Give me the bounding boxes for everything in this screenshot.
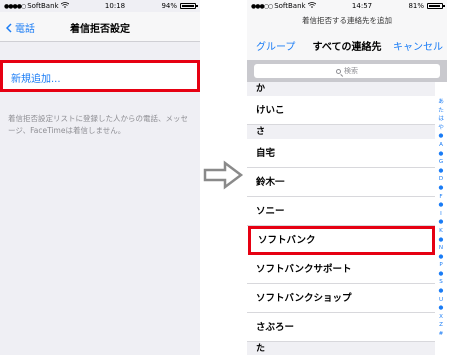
index-letter[interactable]: X bbox=[436, 313, 446, 322]
status-bar: ●●●●○ SoftBank 10:18 94% bbox=[0, 0, 200, 12]
wifi-icon bbox=[60, 2, 69, 10]
status-time: 14:57 bbox=[351, 2, 373, 10]
index-letter[interactable]: は bbox=[436, 115, 446, 124]
index-letter[interactable]: あ bbox=[436, 98, 446, 107]
right-phone-screen: ●●●○○ SoftBank 14:57 81% 着信拒否する連絡先を追加 グル… bbox=[247, 0, 447, 355]
battery-icon bbox=[180, 3, 198, 9]
left-phone-screen: ●●●●○ SoftBank 10:18 94% 電話 着信拒否設定 新規追加.… bbox=[0, 0, 200, 355]
index-letter[interactable]: や bbox=[436, 124, 446, 133]
contact-item[interactable]: さぶろー bbox=[247, 313, 435, 342]
page-title: 着信拒否設定 bbox=[70, 24, 130, 35]
signal-icon: ●●●●○ bbox=[4, 2, 26, 10]
index-letter[interactable]: ● bbox=[436, 201, 446, 210]
contact-item[interactable]: 鈴木一 bbox=[247, 168, 435, 197]
status-bar: ●●●○○ SoftBank 14:57 81% bbox=[247, 0, 447, 12]
index-letter[interactable]: ● bbox=[436, 167, 446, 176]
navigation-bar: グループ すべての連絡先 キャンセル bbox=[247, 30, 447, 60]
index-letter[interactable]: ● bbox=[436, 253, 446, 262]
index-letter[interactable]: S bbox=[436, 278, 446, 287]
contact-item[interactable]: 自宅 bbox=[247, 139, 435, 168]
section-index[interactable]: あたはや ● A ● G ● D ● F ● I ● K ● N ● P ● S ● U ● X Z # bbox=[436, 98, 446, 339]
index-letter[interactable]: F bbox=[436, 193, 446, 202]
section-header: た bbox=[247, 342, 435, 355]
contact-item[interactable]: けいこ bbox=[247, 96, 435, 125]
index-letter[interactable]: た bbox=[436, 107, 446, 116]
contact-item[interactable]: ソフトバンクサポート bbox=[247, 255, 435, 284]
section-header: か bbox=[247, 82, 435, 96]
search-icon bbox=[336, 68, 341, 74]
contact-item[interactable]: ソフトバンクショップ bbox=[247, 284, 435, 313]
index-letter[interactable]: ● bbox=[436, 304, 446, 313]
index-letter[interactable]: ● bbox=[436, 236, 446, 245]
contact-list: かけいこさ自宅 鈴木一 ソニー ソフトバンク ソフトバンクサポート ソフトバンクショップさ… bbox=[247, 82, 435, 355]
index-letter[interactable]: N bbox=[436, 244, 446, 253]
index-letter[interactable]: U bbox=[436, 296, 446, 305]
contact-item-selected[interactable]: ソフトバンク bbox=[248, 226, 435, 255]
search-bar: 検索 bbox=[247, 60, 447, 82]
add-new-button[interactable]: 新規追加... bbox=[0, 60, 200, 92]
picker-subtitle: 着信拒否する連絡先を追加 bbox=[247, 12, 447, 30]
index-letter[interactable]: A bbox=[436, 141, 446, 150]
right-arrow-icon bbox=[203, 160, 244, 190]
index-letter[interactable]: I bbox=[436, 210, 446, 219]
index-letter[interactable]: ● bbox=[436, 184, 446, 193]
battery-icon bbox=[427, 3, 445, 9]
index-letter[interactable]: G bbox=[436, 158, 446, 167]
block-description: 着信拒否設定リストに登録した人からの電話、メッセージ、FaceTimeは着信しま… bbox=[8, 114, 188, 135]
wifi-icon bbox=[307, 2, 316, 10]
status-time: 10:18 bbox=[104, 2, 126, 10]
search-placeholder: 検索 bbox=[344, 67, 358, 75]
index-letter[interactable]: Z bbox=[436, 321, 446, 330]
index-letter[interactable]: K bbox=[436, 227, 446, 236]
carrier-label: SoftBank bbox=[274, 2, 306, 10]
carrier-label: SoftBank bbox=[27, 2, 59, 10]
section-header: さ bbox=[247, 125, 435, 139]
search-input[interactable]: 検索 bbox=[254, 64, 440, 78]
index-letter[interactable]: ● bbox=[436, 132, 446, 141]
battery-percent: 81% bbox=[408, 2, 424, 10]
cancel-button[interactable]: キャンセル bbox=[393, 38, 443, 53]
navigation-bar: 電話 着信拒否設定 bbox=[0, 12, 200, 42]
index-letter[interactable]: ● bbox=[436, 287, 446, 296]
index-letter[interactable]: ● bbox=[436, 270, 446, 279]
contact-item[interactable]: ソニー bbox=[247, 197, 435, 226]
signal-icon: ●●●○○ bbox=[251, 2, 273, 10]
index-letter[interactable]: # bbox=[436, 330, 446, 339]
battery-percent: 94% bbox=[161, 2, 177, 10]
index-letter[interactable]: ● bbox=[436, 218, 446, 227]
index-letter[interactable]: D bbox=[436, 175, 446, 184]
add-new-label: 新規追加... bbox=[11, 74, 61, 85]
index-letter[interactable]: P bbox=[436, 261, 446, 270]
index-letter[interactable]: ● bbox=[436, 150, 446, 159]
